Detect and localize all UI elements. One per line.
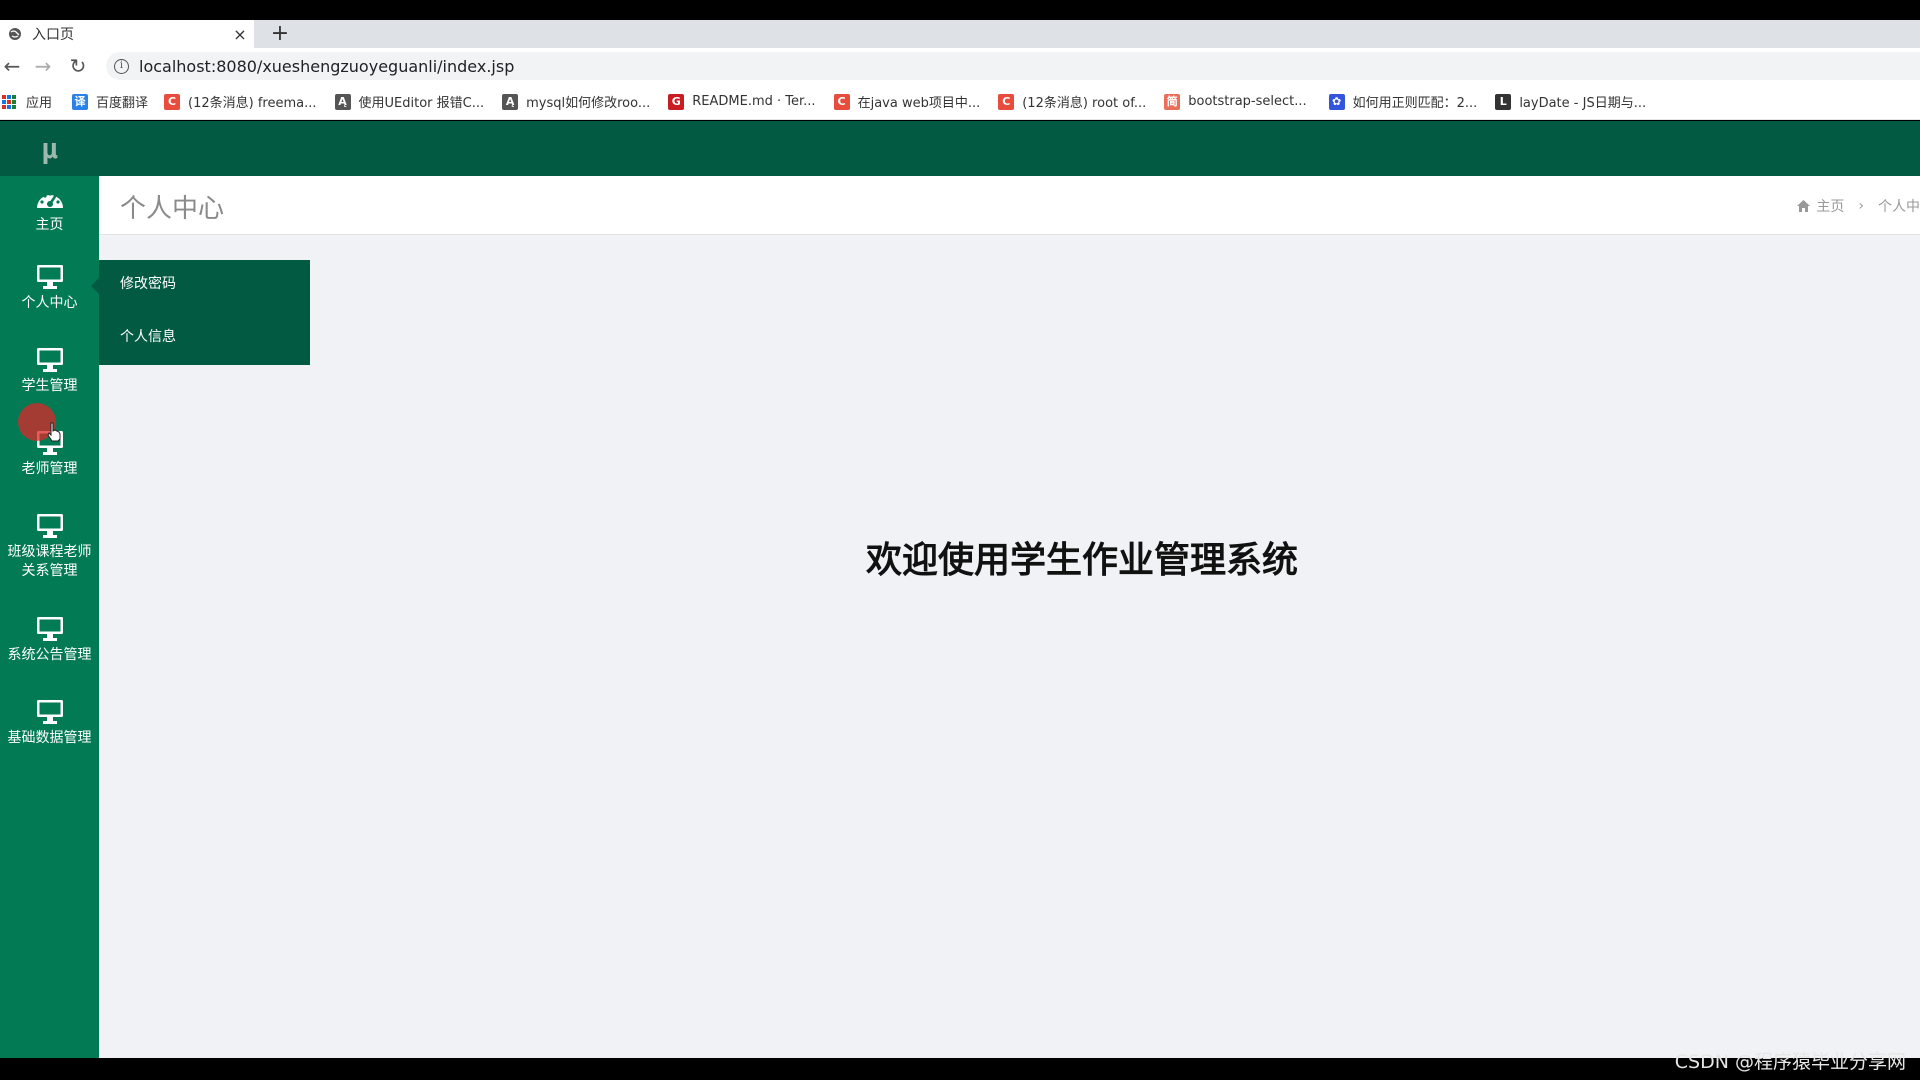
bookmark-item[interactable]: C (12条消息) root of... — [998, 92, 1146, 111]
submenu-item-personal-info[interactable]: 个人信息 — [120, 326, 176, 346]
csdn-icon: C — [164, 93, 181, 110]
sidebar-item-base-data[interactable]: 基础数据管理 — [0, 699, 99, 748]
ueditor-icon: Ą — [502, 93, 519, 110]
bookmark-label: 在java web项目中... — [857, 96, 981, 111]
bookmark-label: README.md · Ter... — [692, 94, 816, 109]
bookmark-label: layDate - JS日期与... — [1519, 96, 1647, 111]
sidebar-item-label: 班级课程老师 — [7, 544, 92, 560]
bookmark-label: 使用UEditor 报错C... — [358, 96, 485, 111]
logo[interactable]: μ — [0, 121, 99, 176]
sidebar-item-label: 主页 — [35, 217, 64, 233]
bookmark-item[interactable]: 应用 — [0, 92, 52, 111]
breadcrumb-current: 个人中 — [1878, 199, 1920, 215]
sidebar-item-students[interactable]: 学生管理 — [0, 347, 99, 396]
welcome-heading: 欢迎使用学生作业管理系统 — [866, 540, 1299, 581]
address-bar[interactable]: i localhost:8080/xueshengzuoyeguanli/ind… — [106, 52, 1920, 80]
sidebar-item-label: 个人中心 — [21, 295, 78, 311]
sidebar-item-personal-center[interactable]: 个人中心 — [0, 264, 99, 313]
bookmark-item[interactable]: C 在java web项目中... — [833, 92, 981, 111]
sidebar-item-announcements[interactable]: 系统公告管理 — [0, 616, 99, 665]
baidu-paw-icon: ✿ — [1328, 93, 1345, 110]
tab-title: 入口页 — [32, 27, 74, 43]
address-toolbar: ← → ↻ i localhost:8080/xueshengzuoyeguan… — [0, 48, 1920, 84]
url-text: localhost:8080/xueshengzuoyeguanli/index… — [139, 56, 515, 76]
bookmark-item[interactable]: C (12条消息) freema... — [164, 92, 317, 111]
submenu-pointer — [91, 278, 99, 294]
personal-center-submenu: 修改密码 个人信息 — [91, 260, 310, 365]
sidebar-item-label: 基础数据管理 — [7, 730, 92, 746]
info-icon[interactable]: i — [114, 58, 129, 74]
bookmark-item[interactable]: Ąmysql如何修改roo... — [502, 92, 650, 111]
browser-tab[interactable]: 入口页 × — [0, 20, 254, 48]
bookmark-label: 应用 — [26, 96, 53, 111]
sidebar-item-label: 学生管理 — [21, 378, 78, 394]
page-title: 个人中心 — [120, 194, 225, 224]
bookmark-item[interactable]: 译百度翻译 — [72, 92, 148, 111]
apps-icon — [2, 94, 16, 109]
reload-button[interactable]: ↻ — [66, 54, 90, 78]
hand-cursor-icon — [47, 422, 61, 442]
ueditor-icon: Ą — [334, 93, 351, 110]
bookmark-label: mysql如何修改roo... — [526, 96, 651, 111]
bookmark-label: 如何用正则匹配：2... — [1352, 96, 1478, 111]
bookmark-item[interactable]: LlayDate - JS日期与... — [1495, 92, 1646, 111]
bookmark-label: 百度翻译 — [96, 96, 149, 111]
monitor-icon — [36, 700, 63, 724]
forward-button[interactable]: → — [31, 54, 55, 78]
gitee-icon: G — [668, 93, 685, 110]
close-tab-icon[interactable]: × — [226, 25, 254, 44]
laydate-icon: L — [1495, 93, 1512, 110]
sidebar-item-label: 关系管理 — [21, 563, 78, 579]
csdn-icon: C — [833, 93, 850, 110]
breadcrumb-home[interactable]: 主页 — [1816, 196, 1844, 216]
breadcrumb-separator: › — [1858, 198, 1864, 214]
bookmark-item[interactable]: G README.md · Ter... — [668, 93, 816, 110]
sidebar-item-label: 系统公告管理 — [7, 647, 92, 663]
app-page: μ 主页 个人中心 学生管理 老师管理 班级课程老师 关系管理 系统公告管理 基础数据管理 个… — [0, 121, 1920, 1058]
sidebar-item-label: 老师管理 — [21, 461, 78, 477]
sidebar: 主页个人中心学生管理老师管理班级课程老师 关系管理系统公告管理 基础数据管理 — [0, 176, 99, 1058]
submenu-item-change-password[interactable]: 修改密码 — [120, 273, 176, 293]
baidu-translate-icon: 译 — [72, 93, 89, 110]
monitor-icon — [36, 265, 63, 289]
dashboard-icon — [36, 192, 63, 208]
bookmarks-bar: 应用 译百度翻译 C (12条消息) freema... Ą 使用UEditor 报错C.… — [0, 84, 1920, 120]
monitor-icon — [36, 617, 63, 641]
bookmark-item[interactable]: 简 bootstrap-select... — [1164, 93, 1307, 110]
browser-tab-strip: 入口页 × + — [0, 20, 1920, 48]
page-header: 个人中心 主页 › 个人中 — [99, 176, 1920, 235]
jianshu-icon: 简 — [1164, 93, 1181, 110]
monitor-icon — [36, 514, 63, 538]
breadcrumb: 主页 › 个人中 — [1797, 196, 1920, 216]
new-tab-button[interactable]: + — [266, 20, 294, 48]
bookmark-item[interactable]: ✿ 如何用正则匹配：2... — [1328, 92, 1478, 111]
sidebar-item-class-course[interactable]: 班级课程老师 关系管理 — [0, 513, 99, 581]
bookmark-label: bootstrap-select... — [1188, 94, 1307, 109]
csdn-icon: C — [998, 93, 1015, 110]
globe-icon — [9, 28, 21, 40]
top-navbar: μ — [0, 121, 1920, 176]
bookmark-item[interactable]: Ą 使用UEditor 报错C... — [334, 92, 485, 111]
back-button[interactable]: ← — [0, 54, 24, 78]
watermark: CSDN @程序猿毕业分享网 — [1674, 1051, 1906, 1073]
sidebar-item-home[interactable]: 主页 — [0, 186, 99, 235]
bookmark-label: (12条消息) freema... — [188, 96, 317, 111]
home-icon — [1797, 200, 1811, 212]
bookmark-label: (12条消息) root of... — [1022, 96, 1147, 111]
bottom-bar — [0, 1058, 1920, 1080]
monitor-icon — [36, 348, 63, 372]
